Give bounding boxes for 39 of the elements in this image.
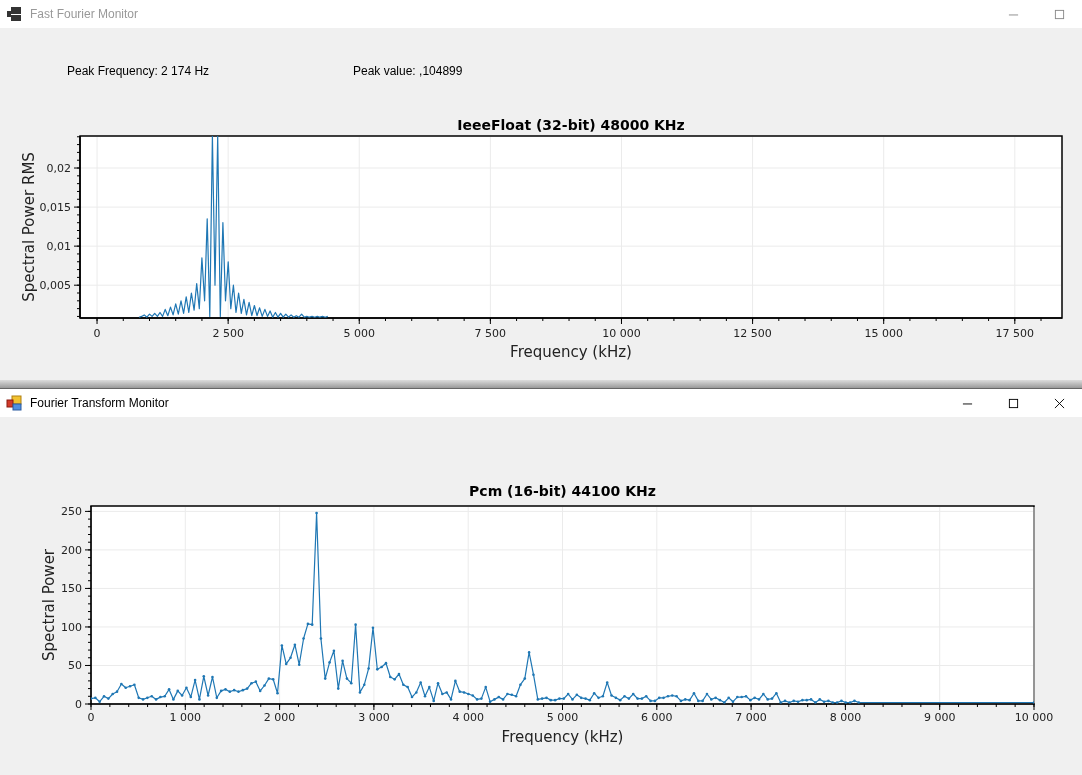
- chart-title: IeeeFloat (32-bit) 48000 KHz: [457, 117, 685, 133]
- y-axis-label: Spectral Power: [40, 549, 58, 661]
- x-tick-label: 8 000: [829, 711, 862, 724]
- x-tick-label: 7 000: [735, 711, 767, 724]
- x-tick-label: 4 000: [452, 711, 484, 724]
- y-tick-label: 100: [61, 620, 82, 634]
- x-tick-label: 5 000: [546, 711, 579, 724]
- x-tick-label: 5 000: [343, 327, 375, 340]
- x-tick-label: 9 000: [923, 711, 956, 724]
- x-tick-label: 1 000: [169, 711, 202, 724]
- x-axis-label: Frequency (kHz): [501, 728, 624, 746]
- x-tick-label: 2 500: [212, 327, 244, 340]
- y-tick-label: 0,005: [39, 279, 71, 293]
- readout-label: Peak Frequency: 2 174 Hz: [67, 63, 211, 79]
- window-title: Fourier Transform Monitor: [30, 396, 169, 410]
- x-tick-label: 17 500: [995, 327, 1035, 340]
- y-tick-label: 0,02: [46, 162, 71, 176]
- y-tick-label: 0,01: [46, 240, 71, 254]
- x-tick-label: 15 000: [864, 327, 903, 340]
- y-tick-label: 150: [61, 582, 82, 596]
- x-tick-label: 10 000: [1014, 711, 1054, 724]
- x-tick-label: 7 500: [474, 327, 507, 340]
- x-tick-label: 12 500: [733, 327, 772, 340]
- x-tick-label: 0: [93, 327, 101, 340]
- chart-title: Pcm (16-bit) 44100 KHz: [469, 483, 656, 499]
- x-axis-label: Frequency (kHz): [510, 343, 632, 361]
- y-tick-label: 200: [61, 543, 82, 557]
- y-tick-label: 0: [75, 698, 82, 711]
- x-tick-label: 10 000: [602, 327, 641, 340]
- y-tick-label: 50: [68, 659, 82, 673]
- x-tick-label: 6 000: [641, 711, 673, 724]
- x-tick-label: 2 000: [263, 711, 296, 724]
- x-tick-label: 0: [87, 711, 95, 724]
- y-tick-label: 250: [61, 505, 82, 519]
- x-tick-label: 3 000: [358, 711, 390, 724]
- window-title: Fast Fourier Monitor: [30, 7, 139, 21]
- y-axis-label: Spectral Power RMS: [20, 152, 38, 302]
- y-tick-label: 0,015: [39, 201, 71, 215]
- readout-label: Peak value: ,104899: [353, 63, 464, 79]
